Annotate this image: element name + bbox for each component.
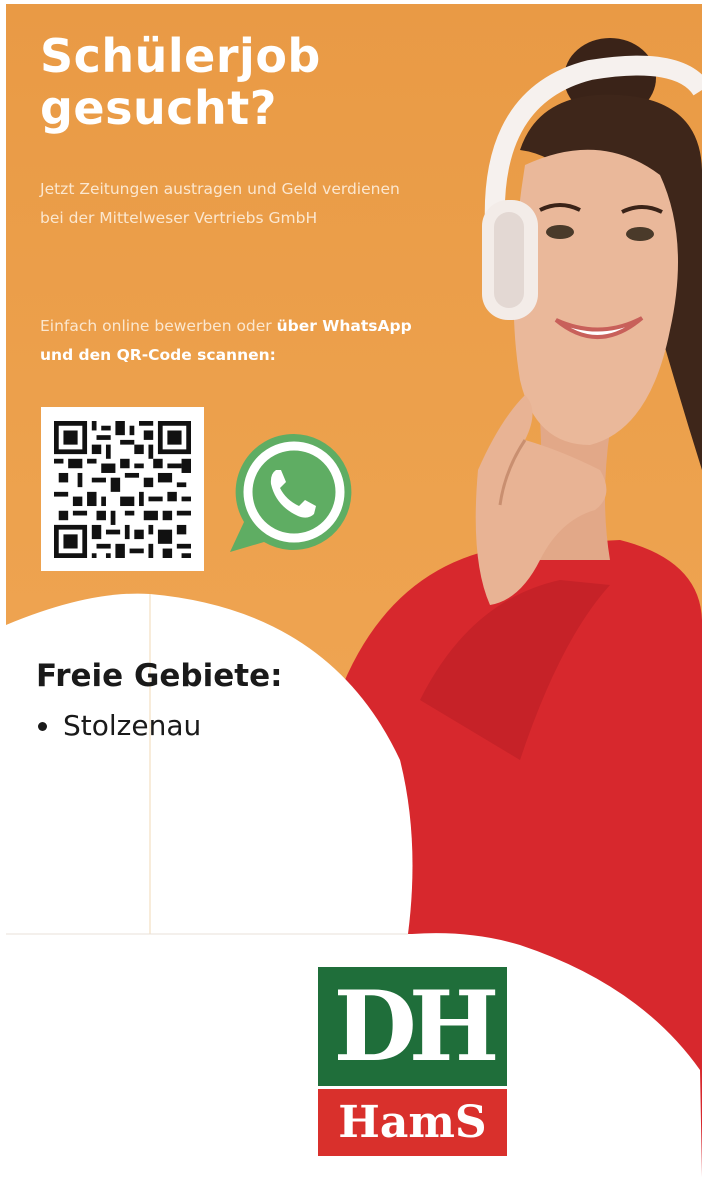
bullet-icon <box>38 721 47 731</box>
whatsapp-icon[interactable] <box>224 430 356 552</box>
qr-code-icon <box>54 421 191 558</box>
free-areas-list: Stolzenau <box>36 706 201 746</box>
logo-top-panel: DH <box>318 967 507 1086</box>
list-item: Stolzenau <box>36 706 201 746</box>
dh-hams-logo: DH HamS <box>318 967 507 1156</box>
area-name: Stolzenau <box>63 709 202 742</box>
cta-text: Einfach online bewerben oder über WhatsA… <box>40 312 440 370</box>
cta-lead: Einfach online bewerben oder <box>40 317 277 335</box>
free-areas-title: Freie Gebiete: <box>36 658 283 694</box>
logo-bottom-panel: HamS <box>318 1089 507 1156</box>
qr-code[interactable] <box>41 407 204 571</box>
headline: Schülerjob gesucht? <box>40 29 321 135</box>
job-poster: Schülerjob gesucht? Jetzt Zeitungen aust… <box>0 0 702 1177</box>
intro-text: Jetzt Zeitungen austragen und Geld verdi… <box>40 180 400 227</box>
logo-dh-text: DH <box>333 969 500 1083</box>
logo-hams-text: HamS <box>338 1096 487 1148</box>
